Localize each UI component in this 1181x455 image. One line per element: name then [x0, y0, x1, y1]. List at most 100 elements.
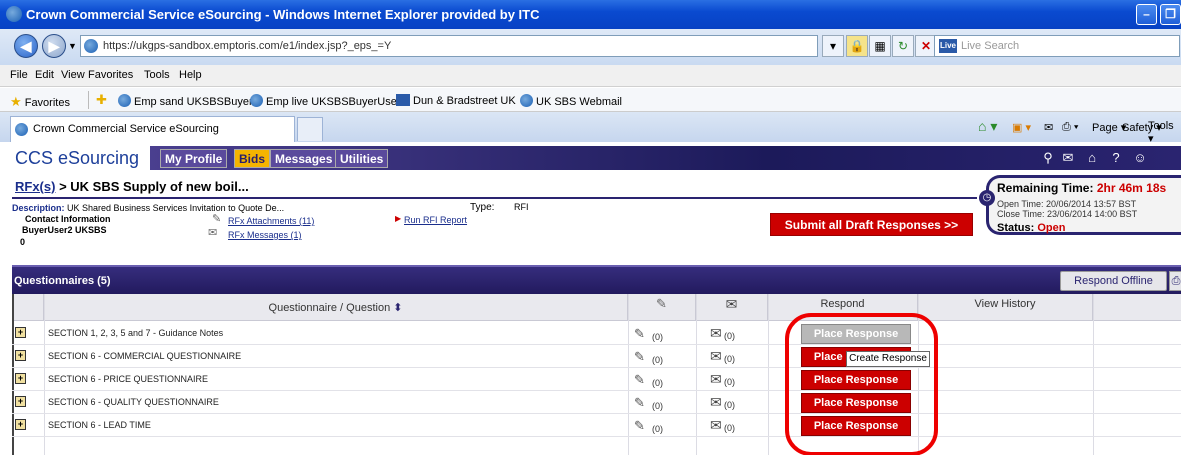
attachment-icon[interactable]: ✎ — [634, 326, 645, 342]
search-input[interactable]: Live Live Search — [934, 35, 1180, 57]
menu-file[interactable]: File — [10, 69, 28, 81]
print-icon[interactable]: ⎙ ▾ — [1062, 121, 1078, 134]
fav-label: Emp sand UKSBSBuyer2 — [134, 96, 259, 108]
nav-my-profile[interactable]: My Profile — [160, 149, 228, 168]
refresh-icon[interactable]: ↻ — [892, 35, 914, 57]
open-time: Open Time: 20/06/2014 13:57 BST — [997, 199, 1137, 209]
ie-page-icon — [118, 94, 131, 107]
header-view-history: View History — [918, 294, 1093, 321]
ie-page-icon — [250, 94, 263, 107]
url-field[interactable]: https://ukgps-sandbox.emptoris.com/e1/in… — [80, 35, 818, 57]
browser-tab-active[interactable]: Crown Commercial Service eSourcing — [10, 116, 295, 142]
favorites-button[interactable]: ★ Favorites — [10, 94, 70, 110]
menu-edit[interactable]: Edit — [35, 69, 54, 81]
ie-page-icon — [15, 123, 28, 136]
description: Description: UK Shared Business Services… — [12, 203, 284, 213]
people-icon[interactable]: ☺ — [1132, 150, 1148, 166]
attachment-icon[interactable]: ✎ — [634, 349, 645, 365]
questionnaires-title: Questionnaires (5) — [14, 275, 111, 287]
attachment-count: (0) — [652, 424, 663, 434]
message-icon[interactable]: ✉ — [710, 371, 722, 388]
fav-label: Emp live UKSBSBuyerUser1 — [266, 96, 407, 108]
questionnaire-name: SECTION 1, 2, 3, 5 and 7 - Guidance Note… — [48, 328, 224, 338]
header-attachment-icon: ✎ — [628, 294, 696, 321]
fav-item-emp-sand[interactable]: Emp sand UKSBSBuyer2 — [118, 94, 259, 108]
expand-icon[interactable]: + — [15, 350, 26, 361]
compatibility-view-icon[interactable]: ▦ — [869, 35, 891, 57]
report-arrow-icon: ▶ — [395, 214, 402, 223]
run-rfi-report-link[interactable]: Run RFI Report — [404, 215, 467, 225]
table-row: + SECTION 6 - PRICE QUESTIONNAIRE ✎ (0) ✉ (0)… — [12, 368, 1181, 391]
back-button[interactable]: ◀ — [14, 34, 38, 58]
status: Status: Open — [997, 222, 1065, 234]
fav-item-emp-live[interactable]: Emp live UKSBSBuyerUser1 — [250, 94, 407, 108]
rfx-attachments-link[interactable]: RFx Attachments (11) — [228, 216, 314, 226]
fav-item-uk-sbs-webmail[interactable]: UK SBS Webmail — [520, 94, 622, 108]
nav-bids[interactable]: Bids — [234, 149, 271, 168]
menu-help[interactable]: Help — [179, 69, 202, 81]
table-row: + SECTION 6 - COMMERCIAL QUESTIONNAIRE ✎ (0… — [12, 345, 1181, 368]
window-title-bar: Crown Commercial Service eSourcing - Win… — [0, 0, 1181, 29]
sort-icon[interactable]: ⬍ — [393, 302, 402, 314]
read-mail-icon[interactable]: ✉ — [1044, 121, 1053, 134]
tab-label: Crown Commercial Service eSourcing — [33, 123, 219, 135]
attachment-icon[interactable]: ✎ — [634, 372, 645, 388]
app-logo: CCS eSourcing — [15, 148, 140, 168]
new-tab-button[interactable] — [297, 117, 323, 141]
expand-icon[interactable]: + — [15, 373, 26, 384]
contact-label: Contact Information — [25, 214, 111, 224]
message-count: (0) — [724, 354, 735, 364]
add-favorite-icon[interactable]: ✚ — [96, 92, 107, 108]
restore-button[interactable]: ❐ — [1160, 4, 1181, 25]
message-count: (0) — [724, 331, 735, 341]
expand-icon[interactable]: + — [15, 327, 26, 338]
header-question-label: Questionnaire / Question — [268, 302, 391, 314]
submit-all-draft-responses-button[interactable]: Submit all Draft Responses >> — [770, 213, 973, 236]
search-icon[interactable]: ⚲ — [1040, 150, 1056, 166]
divider — [88, 91, 89, 109]
address-dropdown-icon[interactable]: ▾ — [822, 35, 844, 57]
message-count: (0) — [724, 377, 735, 387]
nav-messages[interactable]: Messages — [270, 149, 338, 168]
breadcrumb-rfx-link[interactable]: RFx(s) — [15, 179, 55, 194]
lock-icon[interactable]: 🔒 — [846, 35, 868, 57]
history-dropdown-icon[interactable]: ▼ — [68, 41, 77, 51]
breadcrumb: RFx(s) > UK SBS Supply of new boil... — [15, 179, 249, 194]
feeds-icon[interactable]: ▣ ▾ — [1012, 121, 1031, 134]
window-title: Crown Commercial Service eSourcing - Win… — [26, 7, 540, 22]
status-value: Open — [1037, 222, 1066, 234]
contact-extra: 0 — [20, 237, 26, 247]
respond-offline-button[interactable]: Respond Offline — [1060, 271, 1167, 291]
attachment-icon[interactable]: ✎ — [634, 395, 645, 411]
menu-view[interactable]: View — [61, 69, 85, 81]
fav-item-dun-bradstreet[interactable]: Dun & Bradstreet UK — [396, 94, 516, 107]
mail-icon[interactable]: ✉ — [1060, 150, 1076, 166]
minimize-button[interactable]: – — [1136, 4, 1157, 25]
menu-tools[interactable]: Tools — [144, 69, 170, 81]
attachment-icon[interactable]: ✎ — [634, 418, 645, 434]
print-icon[interactable]: ⎙ — [1169, 271, 1181, 291]
table-header-row: Questionnaire / Question ⬍ ✎ ✉ Respond V… — [14, 294, 1181, 321]
nav-utilities[interactable]: Utilities — [335, 149, 389, 168]
message-icon[interactable]: ✉ — [710, 348, 722, 365]
type-value: RFI — [514, 202, 529, 212]
menu-favorites[interactable]: Favorites — [88, 69, 133, 81]
message-icon[interactable]: ✉ — [710, 325, 722, 342]
expand-icon[interactable]: + — [15, 396, 26, 407]
forward-button[interactable]: ▶ — [42, 34, 66, 58]
rfx-messages-link[interactable]: RFx Messages (1) — [228, 230, 302, 240]
home-icon[interactable]: ⌂ ▾ — [978, 118, 997, 135]
attachment-count: (0) — [652, 332, 663, 342]
remaining-value: 2hr 46m 18s — [1096, 181, 1167, 195]
header-message-icon: ✉ — [696, 294, 768, 321]
expand-icon[interactable]: + — [15, 419, 26, 430]
help-icon[interactable]: ? — [1108, 150, 1124, 166]
contact-name: BuyerUser2 UKSBS — [22, 225, 107, 235]
message-icon[interactable]: ✉ — [710, 417, 722, 434]
table-row: + SECTION 6 - LEAD TIME ✎ (0) ✉ (0) Place Resp… — [12, 414, 1181, 437]
attachment-count: (0) — [652, 355, 663, 365]
header-question[interactable]: Questionnaire / Question ⬍ — [44, 294, 628, 321]
message-count: (0) — [724, 400, 735, 410]
message-icon[interactable]: ✉ — [710, 394, 722, 411]
home-icon[interactable]: ⌂ — [1084, 150, 1100, 166]
